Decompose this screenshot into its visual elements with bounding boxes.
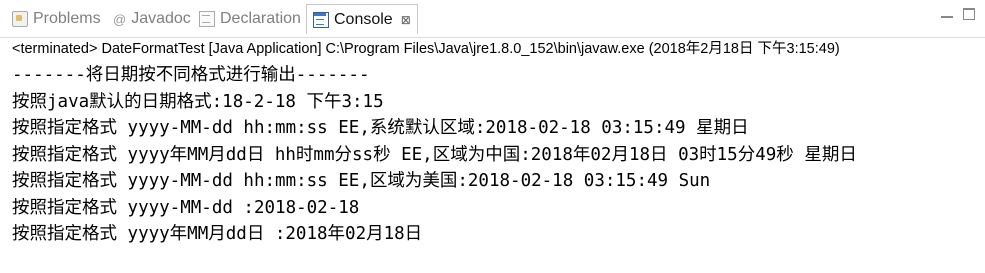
console-icon — [313, 11, 329, 28]
console-line: 按照指定格式 yyyy年MM月dd日 hh时mm分ss秒 EE,区域为中国:20… — [12, 144, 857, 165]
view-controls — [939, 6, 977, 20]
console-line: 按照指定格式 yyyy-MM-dd hh:mm:ss EE,区域为美国:2018… — [12, 171, 711, 191]
console-line: -------将日期按不同格式进行输出------- — [12, 65, 370, 85]
console-status-line: <terminated> DateFormatTest [Java Applic… — [12, 41, 840, 57]
maximize-icon[interactable] — [961, 6, 977, 20]
tab-label: Declaration — [220, 10, 301, 27]
tab-label: Javadoc — [131, 10, 191, 27]
minimize-icon[interactable] — [939, 6, 955, 20]
tab-console[interactable]: Console ⊠ — [306, 4, 418, 34]
console-output[interactable]: -------将日期按不同格式进行输出------- 按照java默认的日期格式… — [12, 62, 982, 248]
console-line: 按照指定格式 yyyy年MM月dd日 :2018年02月18日 — [12, 224, 423, 244]
problems-icon — [12, 11, 28, 27]
declaration-icon — [199, 11, 215, 27]
tab-javadoc[interactable]: @ Javadoc — [113, 4, 191, 34]
tab-label: Console — [334, 10, 393, 28]
view-tab-bar: Problems @ Javadoc Declaration Console ⊠ — [0, 0, 985, 38]
console-line: 按照java默认的日期格式:18-2-18 下午3:15 — [12, 91, 384, 112]
tab-problems[interactable]: Problems — [12, 4, 101, 34]
close-icon[interactable]: ⊠ — [401, 13, 411, 27]
console-line: 按照指定格式 yyyy-MM-dd hh:mm:ss EE,系统默认区域:201… — [12, 118, 749, 138]
javadoc-icon: @ — [113, 11, 127, 27]
tab-label: Problems — [33, 10, 101, 27]
console-line: 按照指定格式 yyyy-MM-dd :2018-02-18 — [12, 197, 360, 218]
tab-declaration[interactable]: Declaration — [199, 4, 301, 34]
